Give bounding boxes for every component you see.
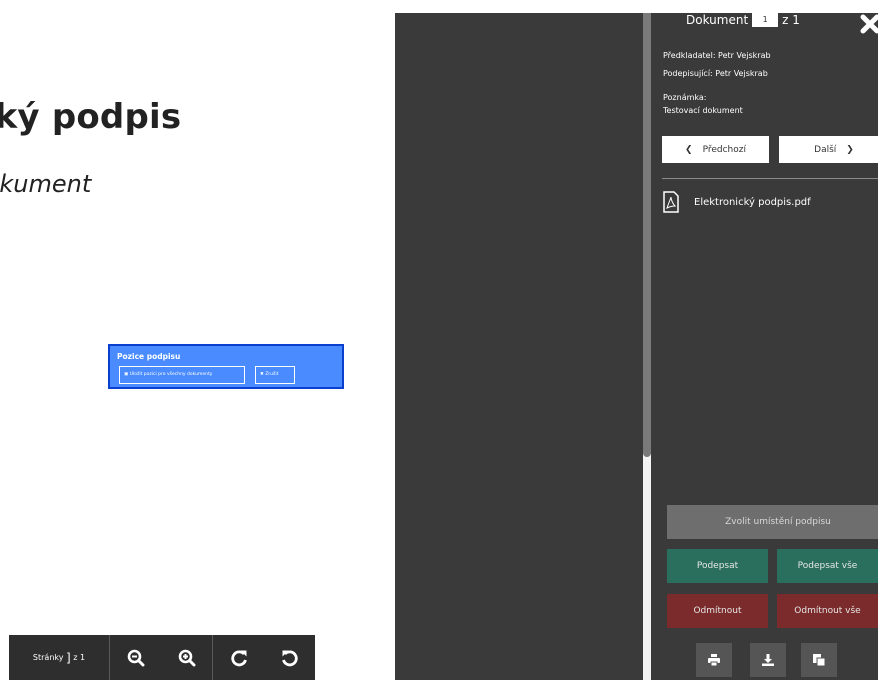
pages-current[interactable]: ] [66,651,71,665]
zoom-group [110,635,213,680]
pages-total: z 1 [73,653,86,662]
document-subtitle: cí dokument [0,170,92,198]
document-navigator: Dokument 1 z 1 [686,13,800,27]
submitter-text: Předkladatel: Petr Vejskrab [663,51,771,60]
rotate-right-icon [230,650,247,666]
chevron-left-icon: ❮ [685,144,693,155]
copy-icon [813,654,826,667]
document-label: Dokument [686,13,749,27]
reject-button[interactable]: Odmítnout [667,594,768,628]
scrollbar-thumb[interactable] [643,13,651,457]
document-total: z 1 [782,13,800,27]
rotate-right-button[interactable] [228,647,250,669]
cancel-position-label: Zrušit [265,372,279,377]
rotate-group [213,635,315,680]
zoom-out-icon [127,649,144,666]
save-icon: ▣ [124,372,129,377]
zoom-in-icon [178,649,195,666]
reject-all-button[interactable]: Odmítnout vše [777,594,878,628]
signer-text: Podepisující: Petr Vejskrab [663,69,768,78]
close-icon [860,14,878,34]
next-label: Další [814,144,837,155]
pages-label: Stránky [32,653,64,662]
download-icon [762,654,774,666]
document-title: nický podpis [0,97,182,137]
file-item[interactable]: Elektronický podpis.pdf [662,191,811,213]
note-label: Poznámka: [663,93,707,102]
panel-divider [662,178,878,179]
note-value: Testovací dokument [663,106,743,115]
copy-button[interactable] [801,643,837,677]
zoom-out-button[interactable] [125,647,147,669]
sign-button[interactable]: Podepsat [667,549,768,583]
previous-label: Předchozí [702,144,746,155]
rotate-left-icon [281,650,298,666]
pdf-file-icon [663,191,679,213]
cancel-position-button[interactable]: ✖ Zrušit [255,366,295,384]
signature-box-title: Pozice podpisu [117,352,181,361]
next-button[interactable]: Další ❯ [779,136,878,163]
choose-signature-position-button[interactable]: Zvolit umístění podpisu [667,505,878,539]
sign-all-button[interactable]: Podepsat vše [777,549,878,583]
signing-panel: Dokument 1 z 1 Předkladatel: Petr Vejskr… [651,13,878,680]
document-page: nický podpis cí dokument Pozice podpisu … [0,0,395,680]
viewer-toolbar: Stránky ] z 1 [9,635,315,680]
close-icon: ✖ [260,372,264,377]
rotate-left-button[interactable] [279,647,301,669]
zoom-in-button[interactable] [176,647,198,669]
previous-button[interactable]: ❮ Předchozí [662,136,769,163]
print-button[interactable] [696,643,732,677]
file-name: Elektronický podpis.pdf [694,196,811,208]
viewer-background [395,13,643,680]
signature-position-box[interactable]: Pozice podpisu ▣ Uložit pozici pro všech… [108,344,344,389]
close-button[interactable] [859,13,878,39]
download-button[interactable] [750,643,786,677]
print-icon [708,654,720,667]
save-position-label: Uložit pozici pro všechny dokumenty [129,372,213,377]
page-indicator: Stránky ] z 1 [9,635,110,680]
document-number-input[interactable]: 1 [752,13,779,27]
chevron-right-icon: ❯ [846,144,854,155]
save-position-button[interactable]: ▣ Uložit pozici pro všechny dokumenty [119,366,245,384]
